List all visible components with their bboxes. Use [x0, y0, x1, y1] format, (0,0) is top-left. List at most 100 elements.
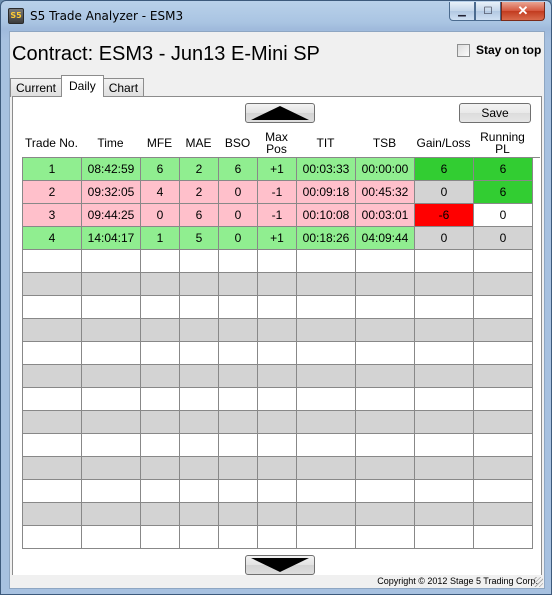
- save-button[interactable]: Save: [459, 103, 531, 123]
- daily-panel: Save Trade No. Time MFE MAE BSO Max Pos TIT TSB…: [12, 96, 542, 576]
- tab-strip: Current Daily Chart: [10, 75, 145, 97]
- empty-cell: [474, 388, 533, 411]
- stay-on-top-label: Stay on top: [476, 43, 542, 57]
- column-header: Trade No.: [25, 136, 78, 150]
- empty-cell: [258, 480, 297, 503]
- empty-cell: [415, 296, 474, 319]
- trade-cell: 2: [180, 158, 219, 181]
- trade-cell: 09:32:05: [82, 181, 141, 204]
- scroll-up-button[interactable]: [245, 103, 315, 123]
- empty-cell: [356, 411, 415, 434]
- trade-cell: 00:03:01: [356, 204, 415, 227]
- empty-cell: [415, 526, 474, 549]
- minimize-button[interactable]: ▁: [449, 2, 475, 21]
- empty-row[interactable]: [23, 388, 540, 411]
- empty-cell: [23, 526, 82, 549]
- trade-cell: 6: [415, 158, 474, 181]
- trade-cell: 00:45:32: [356, 181, 415, 204]
- empty-cell: [258, 250, 297, 273]
- tab-current[interactable]: Current: [10, 78, 63, 97]
- empty-cell: [180, 434, 219, 457]
- trade-cell: 6: [141, 158, 180, 181]
- trade-row[interactable]: 4 14:04:17 1 5 0 +1 00:18:26 04:09:44 0 0: [23, 227, 540, 250]
- empty-cell: [474, 319, 533, 342]
- column-header: Time: [97, 136, 124, 150]
- empty-row[interactable]: [23, 342, 540, 365]
- empty-cell: [415, 457, 474, 480]
- empty-row[interactable]: [23, 250, 540, 273]
- trades-grid: 1 08:42:59 6 2 6 +1 00:03:33 00:00:00 6 6 2 09:32:0…: [22, 157, 540, 549]
- trade-row[interactable]: 2 09:32:05 4 2 0 -1 00:09:18 00:45:32 0 6: [23, 181, 540, 204]
- trade-cell: 08:42:59: [82, 158, 141, 181]
- maximize-button[interactable]: ☐: [475, 2, 501, 21]
- app-logo-icon: S5: [8, 8, 24, 24]
- empty-cell: [141, 319, 180, 342]
- window-controls: ▁ ☐ ✕: [449, 2, 545, 22]
- empty-cell: [82, 411, 141, 434]
- close-button[interactable]: ✕: [501, 2, 545, 21]
- empty-cell: [415, 250, 474, 273]
- column-header: MAE: [185, 136, 212, 150]
- empty-cell: [82, 388, 141, 411]
- trade-cell: 0: [474, 204, 533, 227]
- arrow-up-icon: [251, 106, 309, 120]
- empty-cell: [141, 388, 180, 411]
- empty-cell: [356, 388, 415, 411]
- trade-cell: 14:04:17: [82, 227, 141, 250]
- empty-row[interactable]: [23, 365, 540, 388]
- empty-cell: [415, 503, 474, 526]
- empty-cell: [258, 273, 297, 296]
- trade-cell: -1: [258, 204, 297, 227]
- empty-row[interactable]: [23, 503, 540, 526]
- empty-row[interactable]: [23, 457, 540, 480]
- resize-grip-icon[interactable]: [533, 577, 543, 587]
- trade-cell: 00:09:18: [297, 181, 356, 204]
- empty-cell: [180, 388, 219, 411]
- trade-cell: 4: [141, 181, 180, 204]
- empty-cell: [415, 319, 474, 342]
- empty-cell: [258, 342, 297, 365]
- empty-cell: [356, 273, 415, 296]
- scroll-down-button[interactable]: [245, 555, 315, 575]
- empty-row[interactable]: [23, 434, 540, 457]
- empty-row[interactable]: [23, 273, 540, 296]
- empty-row[interactable]: [23, 526, 540, 549]
- empty-cell: [82, 457, 141, 480]
- trade-row[interactable]: 3 09:44:25 0 6 0 -1 00:10:08 00:03:01 -6 0: [23, 204, 540, 227]
- arrow-down-icon: [251, 558, 309, 572]
- empty-cell: [258, 296, 297, 319]
- trade-cell: -1: [258, 181, 297, 204]
- empty-cell: [474, 273, 533, 296]
- stay-on-top-checkbox[interactable]: [457, 43, 470, 57]
- empty-cell: [219, 319, 258, 342]
- app-window: S5 S5 Trade Analyzer - ESM3 ▁ ☐ ✕ Contra…: [0, 0, 552, 595]
- trade-cell: 04:09:44: [356, 227, 415, 250]
- empty-cell: [23, 250, 82, 273]
- trade-cell: +1: [258, 158, 297, 181]
- empty-row[interactable]: [23, 480, 540, 503]
- column-header: Gain/Loss: [416, 136, 471, 150]
- empty-cell: [474, 434, 533, 457]
- empty-cell: [141, 250, 180, 273]
- empty-cell: [82, 273, 141, 296]
- trade-cell: +1: [258, 227, 297, 250]
- empty-cell: [23, 273, 82, 296]
- empty-row[interactable]: [23, 411, 540, 434]
- empty-cell: [474, 457, 533, 480]
- empty-cell: [474, 480, 533, 503]
- empty-cell: [219, 342, 258, 365]
- title-bar[interactable]: S5 S5 Trade Analyzer - ESM3 ▁ ☐ ✕: [1, 1, 551, 31]
- empty-cell: [141, 503, 180, 526]
- stay-on-top-toggle[interactable]: Stay on top: [457, 43, 541, 57]
- trade-cell: 00:03:33: [297, 158, 356, 181]
- empty-cell: [82, 503, 141, 526]
- tab-chart[interactable]: Chart: [102, 78, 145, 97]
- empty-cell: [474, 296, 533, 319]
- trade-row[interactable]: 1 08:42:59 6 2 6 +1 00:03:33 00:00:00 6 6: [23, 158, 540, 181]
- empty-cell: [415, 365, 474, 388]
- tab-daily[interactable]: Daily: [61, 75, 104, 97]
- empty-row[interactable]: [23, 319, 540, 342]
- empty-cell: [23, 388, 82, 411]
- empty-row[interactable]: [23, 296, 540, 319]
- trade-cell: 00:10:08: [297, 204, 356, 227]
